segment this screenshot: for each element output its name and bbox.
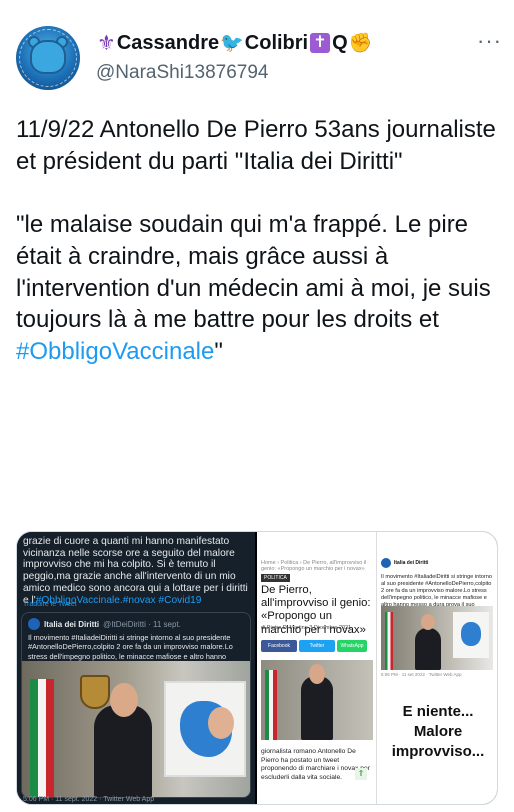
italy-map-logo <box>461 622 481 646</box>
man-face <box>110 683 138 717</box>
overlay-caption: E niente... Malore improvviso... <box>377 694 497 804</box>
bird-icon: 🐦 <box>220 32 244 54</box>
tweet-media-image[interactable]: grazie di cuore a quanti mi hanno manife… <box>16 531 498 805</box>
second-tweet-avatar <box>381 558 391 568</box>
tweet-header: ⚜ Cassandre 🐦 Colibri ✝ Q ✊ @NaraShi1387… <box>16 14 502 94</box>
more-options-icon[interactable]: ··· <box>477 28 502 54</box>
tweet-text-end: " <box>214 337 223 365</box>
italian-flag <box>30 679 54 797</box>
man-face <box>421 614 435 630</box>
embedded-tweet-caption: grazie di cuore a quanti mi hanno manife… <box>23 536 251 606</box>
screenshot-left-tweet: grazie di cuore a quanti mi hanno manife… <box>17 532 255 804</box>
man-figure <box>415 628 441 670</box>
quoted-handle: @ItDeiDiritti · 11 sept. <box>103 619 181 629</box>
overlay-caption-text: E niente... Malore improvviso... <box>391 703 485 760</box>
user-handle[interactable]: @NaraShi13876794 <box>96 62 268 84</box>
facebook-share-button: Facebook <box>261 640 297 652</box>
embedded-tweet-footer: 5:06 PM · 11 sept. 2022 · Twitter Web Ap… <box>23 796 155 803</box>
news-article: Home › Politica › De Pierro, all'improvv… <box>257 532 377 804</box>
italian-flag <box>385 612 393 670</box>
article-photo <box>261 660 373 740</box>
display-name-part-3: Q <box>332 31 348 54</box>
latin-cross-icon: ✝ <box>310 33 331 53</box>
display-name[interactable]: ⚜ Cassandre 🐦 Colibri ✝ Q ✊ <box>96 32 373 55</box>
quoted-tweet: Italia dei Diritti @ItDeiDiritti · 11 se… <box>21 612 251 798</box>
man-face-2 <box>208 707 234 739</box>
whatsapp-share-button: WhatsApp <box>337 640 367 652</box>
second-tweet-header: Italia dei Diritti <box>381 558 428 568</box>
avatar[interactable] <box>16 26 80 90</box>
police-emblem <box>80 675 110 709</box>
screenshot-right-collage: Home › Politica › De Pierro, all'improvv… <box>257 532 497 804</box>
quoted-tweet-header: Italia dei Diritti @ItDeiDiritti · 11 se… <box>28 618 181 630</box>
man-face <box>309 664 325 684</box>
party-poster <box>453 612 489 658</box>
article-category-tag: POLITICA <box>261 574 290 582</box>
man-figure <box>301 676 333 740</box>
twitter-share-button: Twitter <box>299 640 335 652</box>
quoted-name: Italia dei Diritti <box>44 619 100 629</box>
fleur-de-lis-icon: ⚜ <box>97 31 116 55</box>
tweet-text-main: 11/9/22 Antonello De Pierro 53ans journa… <box>16 116 496 334</box>
italian-flag <box>265 670 277 740</box>
quoted-avatar <box>28 618 40 630</box>
display-name-row[interactable]: ⚜ Cassandre 🐦 Colibri ✝ Q ✊ <box>96 30 373 56</box>
display-name-part-1: Cassandre <box>116 31 220 54</box>
second-tweet-name: Italia dei Diritti <box>394 560 429 566</box>
second-tweet-photo <box>381 606 493 670</box>
article-byline: di Pietro Di Martino 3 Dicembre 2021 <box>261 625 352 631</box>
hashtag-link[interactable]: #ObbligoVaccinale <box>16 338 214 365</box>
care-bear-icon <box>30 40 66 74</box>
display-name-part-2: Colibri <box>244 31 309 54</box>
article-breadcrumb: Home › Politica › De Pierro, all'improvv… <box>261 560 367 572</box>
second-tweet-footer: 5:06 PM · 11 set 2022 · Twitter Web App <box>381 672 462 677</box>
quoted-photo <box>22 661 250 797</box>
party-poster <box>164 681 246 777</box>
man-figure <box>94 705 152 797</box>
scroll-up-icon: ⇑ <box>355 768 367 780</box>
second-tweet-screenshot: Italia dei Diritti Il movimento #Italiad… <box>377 532 497 682</box>
translate-link: Traduire le Tweet <box>23 601 77 608</box>
raised-fist-icon: ✊ <box>348 32 373 54</box>
tweet-text: 11/9/22 Antonello De Pierro 53ans journa… <box>16 114 502 368</box>
